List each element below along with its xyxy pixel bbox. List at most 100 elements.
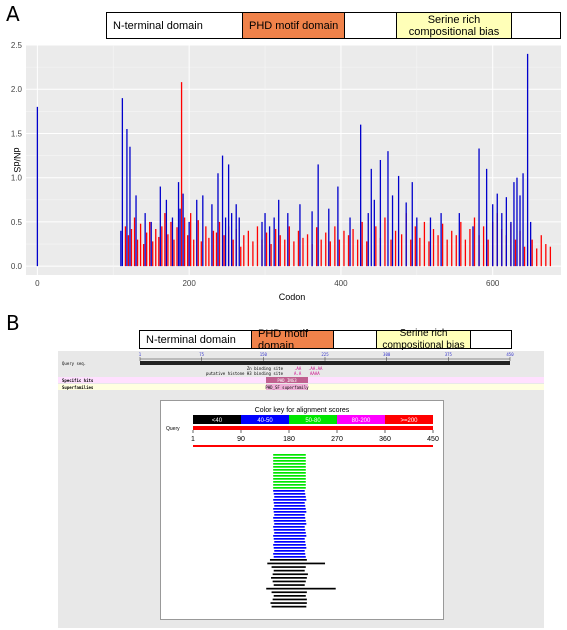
blast-hit-black[interactable] — [273, 595, 306, 597]
blast-hit-blue[interactable] — [273, 520, 306, 522]
specific-hits-label: Specific hits — [62, 378, 94, 383]
blast-hit-blue[interactable] — [273, 499, 307, 501]
y-tick-label: 2.0 — [11, 85, 23, 94]
color-key-label: 40-50 — [257, 418, 273, 424]
x-tick-labels: 0 200 400 600 — [35, 279, 500, 288]
serine-domain-a: Serine rich compositional bias — [396, 13, 512, 38]
blast-scale-label: 360 — [379, 436, 391, 443]
blast-graphic: Color key for alignment scores <40 40-50 5… — [166, 407, 439, 608]
specific-hit-label: PHD_ING3 — [277, 378, 297, 383]
y-tick-label: 0.5 — [11, 218, 23, 227]
x-tick-label: 600 — [486, 279, 500, 288]
blast-hit-black[interactable] — [273, 584, 305, 586]
blast-hit-blue[interactable] — [273, 517, 306, 519]
blast-hit-black[interactable] — [272, 573, 308, 576]
blast-hit-blue[interactable] — [274, 496, 306, 498]
phd-domain-b: PHD motif domain — [251, 328, 334, 352]
cdd-tick-label: 225 — [321, 352, 329, 357]
blast-hit-blue[interactable] — [273, 490, 305, 492]
blast-hit-blue[interactable] — [274, 523, 307, 525]
panel-a-label: A — [6, 2, 20, 26]
cdd-tick-label: 150 — [260, 352, 268, 357]
blast-hit-blue[interactable] — [273, 493, 306, 495]
blast-hit-green[interactable] — [273, 469, 306, 471]
cdd-tick-label: 375 — [445, 352, 453, 357]
blast-hit-green[interactable] — [273, 475, 306, 477]
blast-hit-blue[interactable] — [273, 556, 306, 558]
blast-hit-blue[interactable] — [273, 502, 305, 504]
blast-hit-black[interactable] — [273, 569, 305, 572]
blast-hit-black[interactable] — [270, 602, 307, 604]
blast-hit-black[interactable] — [271, 577, 307, 579]
blast-scale: 1 90 180 270 360 450 — [191, 430, 439, 443]
n-terminal-domain-b: N-terminal domain — [146, 333, 236, 346]
blast-hit-green[interactable] — [273, 487, 306, 489]
y-axis-title: dN/dS — [12, 147, 22, 172]
color-key-label: 80-200 — [352, 418, 371, 424]
color-key: <40 40-50 50-80 80-200 >=200 — [193, 415, 433, 424]
domain-bar-b: N-terminal domain PHD motif domain Serin… — [139, 328, 512, 352]
blast-hit-black[interactable] — [266, 587, 336, 590]
blast-hit-green[interactable] — [273, 457, 306, 459]
blast-hit-blue[interactable] — [273, 526, 305, 528]
y-tick-label: 2.5 — [11, 41, 23, 50]
blast-hit-blue[interactable] — [273, 535, 307, 537]
blast-hit-blue[interactable] — [273, 529, 306, 531]
blast-hit-black[interactable] — [269, 559, 307, 561]
annotation-marks: .AA .AA.AA A.A AAAA — [294, 366, 323, 376]
blast-hit-blue[interactable] — [273, 553, 306, 555]
blast-hit-green[interactable] — [273, 478, 306, 480]
blast-query-label: Query — [166, 426, 180, 432]
y-tick-label: 0.0 — [11, 262, 23, 271]
x-tick-label: 200 — [182, 279, 196, 288]
blast-hit-red[interactable] — [193, 445, 433, 447]
blast-hit-blue[interactable] — [274, 505, 306, 507]
blast-hit-green[interactable] — [273, 484, 306, 486]
superfamily-label: PHD_SF superfamily — [265, 385, 309, 390]
blast-hit-green[interactable] — [273, 466, 306, 468]
blast-hit-blue[interactable] — [273, 511, 307, 513]
blast-hit-green[interactable] — [273, 472, 306, 474]
blast-scale-label: 1 — [191, 436, 195, 443]
blast-hit-blue[interactable] — [274, 532, 306, 534]
color-key-label: >=200 — [400, 418, 418, 424]
color-key-label: <40 — [212, 418, 223, 424]
annotation-h3-binding: putative histone H3 binding site — [206, 371, 284, 376]
blast-hit-blue[interactable] — [274, 541, 306, 543]
color-key-label: 50-80 — [305, 418, 321, 424]
blast-scale-label: 90 — [237, 436, 245, 443]
blast-hit-blue[interactable] — [273, 508, 306, 510]
blast-hit-green[interactable] — [273, 460, 306, 462]
blast-hit-green[interactable] — [273, 454, 306, 456]
blast-hits — [266, 454, 336, 608]
x-tick-label: 0 — [35, 279, 40, 288]
blast-hit-black[interactable] — [271, 605, 307, 608]
n-terminal-domain-a: N-terminal domain — [113, 19, 203, 32]
blast-hit-black[interactable] — [267, 562, 326, 565]
color-key-title: Color key for alignment scores — [255, 407, 350, 414]
blast-scale-label: 180 — [283, 436, 295, 443]
blast-hit-blue[interactable] — [273, 538, 305, 540]
y-tick-label: 1.5 — [11, 129, 23, 138]
plot-background — [26, 45, 561, 275]
h3-site-marks: A.A — [294, 371, 302, 376]
blast-hit-black[interactable] — [272, 580, 306, 583]
blast-hit-black[interactable] — [271, 591, 307, 594]
panel-b-label: B — [6, 311, 20, 335]
blast-hit-blue[interactable] — [274, 514, 305, 516]
blast-hit-blue[interactable] — [274, 550, 305, 552]
cdd-tick-label: 75 — [199, 352, 204, 357]
query-bar — [140, 361, 510, 365]
blast-hit-blue[interactable] — [273, 547, 307, 549]
blast-hit-green[interactable] — [273, 463, 306, 465]
cdd-tick-label: 450 — [506, 352, 514, 357]
dnds-chart: 0.0 0.5 1.0 1.5 2.0 2.5 0 200 400 600 Codon dN/d… — [11, 41, 561, 302]
cdd-tick-label: 1 — [139, 352, 142, 357]
blast-hit-blue[interactable] — [273, 544, 306, 546]
blast-hit-black[interactable] — [271, 566, 306, 568]
blast-scale-label: 450 — [427, 436, 439, 443]
blast-hit-black[interactable] — [272, 598, 307, 601]
cdd-tick-label: 300 — [383, 352, 391, 357]
blast-hit-green[interactable] — [273, 481, 306, 483]
phd-domain-a: PHD motif domain — [242, 13, 345, 38]
